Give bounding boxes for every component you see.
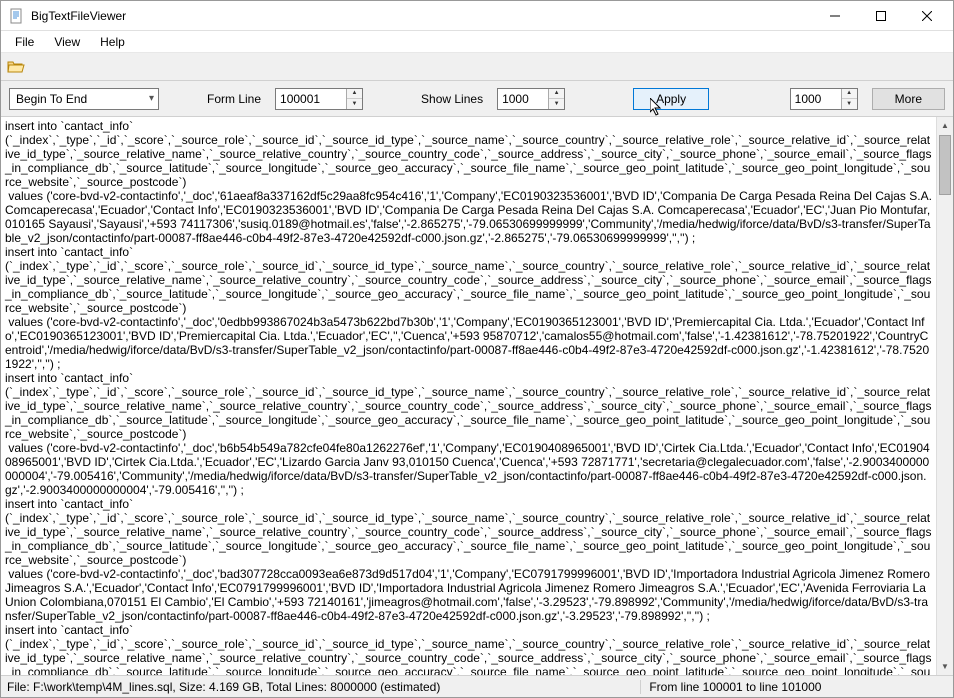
direction-combo[interactable]: Begin To End ▾	[9, 88, 159, 110]
form-line-input[interactable]	[276, 89, 346, 109]
chevron-down-icon: ▾	[149, 93, 154, 104]
scroll-down-arrow[interactable]: ▼	[937, 658, 953, 675]
scroll-thumb[interactable]	[939, 135, 951, 195]
titlebar: BigTextFileViewer	[1, 1, 953, 31]
app-icon	[9, 8, 25, 24]
menubar: File View Help	[1, 31, 953, 53]
scroll-up-arrow[interactable]: ▲	[937, 117, 953, 134]
close-button[interactable]	[905, 2, 949, 30]
status-left: File: F:\work\temp\4M_lines.sql, Size: 4…	[7, 680, 460, 694]
form-line-spin-up[interactable]: ▲	[347, 89, 362, 100]
menu-file[interactable]: File	[5, 33, 44, 51]
content-wrap: insert into `cantact_info` (`_index`,`_t…	[1, 117, 953, 675]
file-content[interactable]: insert into `cantact_info` (`_index`,`_t…	[1, 117, 936, 675]
right-num-spin-up[interactable]: ▲	[842, 89, 857, 100]
open-file-icon[interactable]	[7, 59, 25, 75]
direction-selected: Begin To End	[16, 92, 87, 106]
vertical-scrollbar[interactable]: ▲ ▼	[936, 117, 953, 675]
right-num-spin-down[interactable]: ▼	[842, 99, 857, 109]
show-lines-field[interactable]: ▲ ▼	[497, 88, 565, 110]
show-lines-spin-up[interactable]: ▲	[549, 89, 564, 100]
show-lines-label: Show Lines	[421, 92, 483, 106]
show-lines-spin-down[interactable]: ▼	[549, 99, 564, 109]
menu-help[interactable]: Help	[90, 33, 135, 51]
toolbar	[1, 53, 953, 81]
right-num-input[interactable]	[791, 89, 841, 109]
maximize-button[interactable]	[859, 2, 903, 30]
form-line-spin-down[interactable]: ▼	[347, 99, 362, 109]
menu-view[interactable]: View	[44, 33, 90, 51]
form-line-field[interactable]: ▲ ▼	[275, 88, 363, 110]
minimize-button[interactable]	[813, 2, 857, 30]
window-title: BigTextFileViewer	[31, 9, 813, 23]
more-button[interactable]: More	[872, 88, 945, 110]
apply-button[interactable]: Apply	[633, 88, 709, 110]
form-line-label: Form Line	[207, 92, 261, 106]
right-num-field[interactable]: ▲ ▼	[790, 88, 858, 110]
status-right: From line 100001 to line 101000	[640, 680, 841, 694]
controls-row: Begin To End ▾ Form Line ▲ ▼ Show Lines …	[1, 81, 953, 117]
show-lines-input[interactable]	[498, 89, 548, 109]
statusbar: File: F:\work\temp\4M_lines.sql, Size: 4…	[1, 675, 953, 697]
